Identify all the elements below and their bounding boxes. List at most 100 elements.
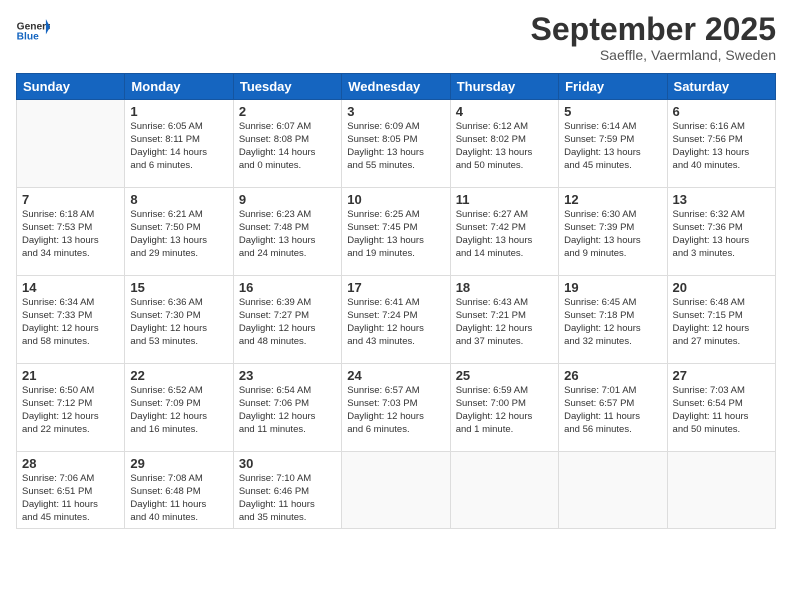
day-number: 23 [239,368,336,383]
day-info: Sunrise: 6:39 AM Sunset: 7:27 PM Dayligh… [239,297,336,348]
day-info: Sunrise: 6:57 AM Sunset: 7:03 PM Dayligh… [347,385,444,436]
day-number: 28 [22,456,119,471]
day-info: Sunrise: 7:10 AM Sunset: 6:46 PM Dayligh… [239,473,336,524]
calendar-cell: 29 Sunrise: 7:08 AM Sunset: 6:48 PM Dayli… [125,452,233,529]
calendar-cell: 26 Sunrise: 7:01 AM Sunset: 6:57 PM Dayli… [559,364,667,452]
day-info: Sunrise: 6:45 AM Sunset: 7:18 PM Dayligh… [564,297,661,348]
calendar-cell: 4 Sunrise: 6:12 AM Sunset: 8:02 PM Daylig… [450,100,558,188]
calendar: SundayMondayTuesdayWednesdayThursdayFrid… [16,73,776,529]
calendar-cell: 13 Sunrise: 6:32 AM Sunset: 7:36 PM Dayli… [667,188,775,276]
calendar-cell: 16 Sunrise: 6:39 AM Sunset: 7:27 PM Dayli… [233,276,341,364]
header-day: Thursday [450,74,558,100]
day-info: Sunrise: 6:05 AM Sunset: 8:11 PM Dayligh… [130,121,227,172]
calendar-cell [450,452,558,529]
day-info: Sunrise: 6:34 AM Sunset: 7:33 PM Dayligh… [22,297,119,348]
day-info: Sunrise: 7:01 AM Sunset: 6:57 PM Dayligh… [564,385,661,436]
calendar-cell: 10Sunrise: 6:25 AM Sunset: 7:45 PM Dayli… [342,188,450,276]
calendar-body: 1 Sunrise: 6:05 AM Sunset: 8:11 PM Daylig… [17,100,776,529]
header-day: Friday [559,74,667,100]
calendar-cell: 24Sunrise: 6:57 AM Sunset: 7:03 PM Dayli… [342,364,450,452]
calendar-cell [17,100,125,188]
day-info: Sunrise: 6:59 AM Sunset: 7:00 PM Dayligh… [456,385,553,436]
day-info: Sunrise: 7:06 AM Sunset: 6:51 PM Dayligh… [22,473,119,524]
title-area: September 2025 Saeffle, Vaermland, Swede… [531,12,776,63]
day-number: 29 [130,456,227,471]
day-number: 3 [347,104,444,119]
logo-svg: General Blue [16,12,50,50]
day-number: 13 [673,192,770,207]
day-number: 15 [130,280,227,295]
day-number: 20 [673,280,770,295]
calendar-cell: 12 Sunrise: 6:30 AM Sunset: 7:39 PM Dayli… [559,188,667,276]
day-number: 7 [22,192,119,207]
month-title: September 2025 [531,12,776,47]
day-info: Sunrise: 7:08 AM Sunset: 6:48 PM Dayligh… [130,473,227,524]
calendar-cell [667,452,775,529]
day-number: 21 [22,368,119,383]
calendar-cell: 27 Sunrise: 7:03 AM Sunset: 6:54 PM Dayli… [667,364,775,452]
calendar-cell: 1 Sunrise: 6:05 AM Sunset: 8:11 PM Daylig… [125,100,233,188]
day-number: 5 [564,104,661,119]
calendar-cell: 6Sunrise: 6:16 AM Sunset: 7:56 PM Daylig… [667,100,775,188]
header: General Blue September 2025 Saeffle, Vae… [16,12,776,63]
day-info: Sunrise: 6:36 AM Sunset: 7:30 PM Dayligh… [130,297,227,348]
calendar-cell: 11 Sunrise: 6:27 AM Sunset: 7:42 PM Dayli… [450,188,558,276]
day-info: Sunrise: 6:32 AM Sunset: 7:36 PM Dayligh… [673,209,770,260]
calendar-cell: 22 Sunrise: 6:52 AM Sunset: 7:09 PM Dayli… [125,364,233,452]
day-info: Sunrise: 6:30 AM Sunset: 7:39 PM Dayligh… [564,209,661,260]
day-number: 14 [22,280,119,295]
calendar-cell: 2Sunrise: 6:07 AM Sunset: 8:08 PM Daylig… [233,100,341,188]
day-info: Sunrise: 6:48 AM Sunset: 7:15 PM Dayligh… [673,297,770,348]
calendar-cell: 3 Sunrise: 6:09 AM Sunset: 8:05 PM Daylig… [342,100,450,188]
subtitle: Saeffle, Vaermland, Sweden [531,47,776,63]
calendar-week-row: 7Sunrise: 6:18 AM Sunset: 7:53 PM Daylig… [17,188,776,276]
day-number: 1 [130,104,227,119]
day-number: 8 [130,192,227,207]
header-row: SundayMondayTuesdayWednesdayThursdayFrid… [17,74,776,100]
day-number: 11 [456,192,553,207]
day-number: 26 [564,368,661,383]
header-day: Tuesday [233,74,341,100]
day-info: Sunrise: 7:03 AM Sunset: 6:54 PM Dayligh… [673,385,770,436]
calendar-header: SundayMondayTuesdayWednesdayThursdayFrid… [17,74,776,100]
calendar-cell: 17 Sunrise: 6:41 AM Sunset: 7:24 PM Dayli… [342,276,450,364]
calendar-cell: 5 Sunrise: 6:14 AM Sunset: 7:59 PM Daylig… [559,100,667,188]
calendar-cell: 8 Sunrise: 6:21 AM Sunset: 7:50 PM Daylig… [125,188,233,276]
calendar-week-row: 21Sunrise: 6:50 AM Sunset: 7:12 PM Dayli… [17,364,776,452]
calendar-cell: 7Sunrise: 6:18 AM Sunset: 7:53 PM Daylig… [17,188,125,276]
day-info: Sunrise: 6:41 AM Sunset: 7:24 PM Dayligh… [347,297,444,348]
day-number: 18 [456,280,553,295]
calendar-cell: 15 Sunrise: 6:36 AM Sunset: 7:30 PM Dayli… [125,276,233,364]
day-info: Sunrise: 6:54 AM Sunset: 7:06 PM Dayligh… [239,385,336,436]
day-info: Sunrise: 6:43 AM Sunset: 7:21 PM Dayligh… [456,297,553,348]
day-number: 27 [673,368,770,383]
header-day: Sunday [17,74,125,100]
header-day: Monday [125,74,233,100]
calendar-cell: 25Sunrise: 6:59 AM Sunset: 7:00 PM Dayli… [450,364,558,452]
day-info: Sunrise: 6:52 AM Sunset: 7:09 PM Dayligh… [130,385,227,436]
header-day: Wednesday [342,74,450,100]
day-number: 4 [456,104,553,119]
day-number: 22 [130,368,227,383]
day-number: 10 [347,192,444,207]
header-day: Saturday [667,74,775,100]
calendar-cell: 28 Sunrise: 7:06 AM Sunset: 6:51 PM Dayli… [17,452,125,529]
day-number: 12 [564,192,661,207]
day-number: 17 [347,280,444,295]
day-info: Sunrise: 6:21 AM Sunset: 7:50 PM Dayligh… [130,209,227,260]
calendar-week-row: 1 Sunrise: 6:05 AM Sunset: 8:11 PM Daylig… [17,100,776,188]
day-info: Sunrise: 6:27 AM Sunset: 7:42 PM Dayligh… [456,209,553,260]
logo: General Blue [16,12,50,50]
calendar-cell [342,452,450,529]
svg-text:Blue: Blue [17,32,39,43]
day-number: 19 [564,280,661,295]
calendar-cell: 23 Sunrise: 6:54 AM Sunset: 7:06 PM Dayli… [233,364,341,452]
calendar-cell: 18 Sunrise: 6:43 AM Sunset: 7:21 PM Dayli… [450,276,558,364]
day-number: 16 [239,280,336,295]
day-info: Sunrise: 6:09 AM Sunset: 8:05 PM Dayligh… [347,121,444,172]
day-info: Sunrise: 6:12 AM Sunset: 8:02 PM Dayligh… [456,121,553,172]
day-number: 2 [239,104,336,119]
day-info: Sunrise: 6:14 AM Sunset: 7:59 PM Dayligh… [564,121,661,172]
calendar-cell: 14 Sunrise: 6:34 AM Sunset: 7:33 PM Dayli… [17,276,125,364]
calendar-cell [559,452,667,529]
